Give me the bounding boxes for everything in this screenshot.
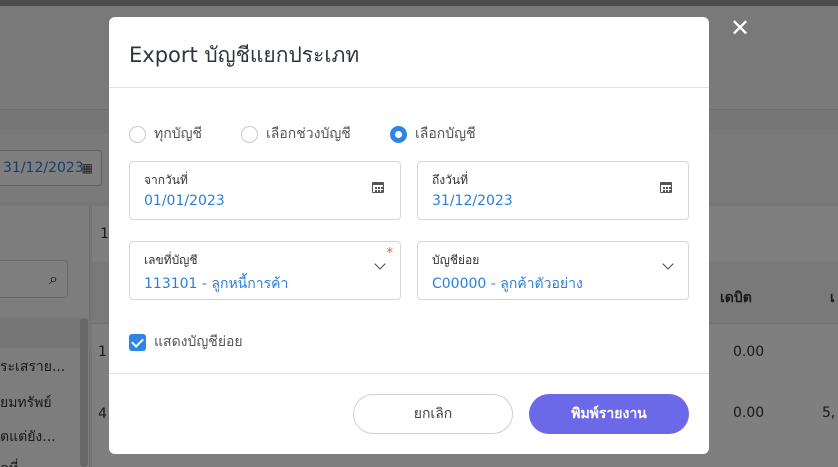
account-select[interactable]: เลขที่บัญชี * 113101 - ลูกหนี้การค้า (129, 241, 401, 300)
chevron-down-icon[interactable] (374, 258, 386, 270)
sub-account-select[interactable]: บัญชีย่อย C00000 - ลูกค้าตัวอย่าง (417, 241, 689, 300)
show-sub-account-label: แสดงบัญชีย่อย (154, 334, 243, 350)
close-icon[interactable]: ✕ (728, 16, 752, 40)
radio-label: เลือกบัญชี (415, 126, 476, 142)
cancel-button[interactable]: ยกเลิก (353, 394, 513, 434)
account-value: 113101 - ลูกหนี้การค้า (144, 276, 289, 292)
account-label: เลขที่บัญชี (144, 253, 198, 267)
show-sub-account-toggle[interactable]: แสดงบัญชีย่อย (129, 331, 243, 353)
radio-button[interactable] (241, 125, 258, 143)
radio-account-range[interactable]: เลือกช่วงบัญชี (241, 125, 351, 143)
checkmark-icon[interactable] (129, 333, 146, 351)
from-date-value: 01/01/2023 (144, 193, 225, 209)
from-date-label: จากวันที่ (144, 173, 188, 187)
chevron-down-icon[interactable] (662, 258, 674, 270)
to-date-field[interactable]: ถึงวันที่ 31/12/2023 (417, 161, 689, 220)
from-date-field[interactable]: จากวันที่ 01/01/2023 (129, 161, 401, 220)
to-date-label: ถึงวันที่ (432, 173, 468, 187)
radio-label: เลือกช่วงบัญชี (266, 126, 351, 142)
radio-label: ทุกบัญชี (154, 126, 203, 142)
calendar-icon[interactable] (372, 182, 384, 193)
sub-account-value: C00000 - ลูกค้าตัวอย่าง (432, 276, 583, 292)
radio-button[interactable] (129, 125, 146, 143)
calendar-icon[interactable] (660, 182, 672, 193)
radio-button-selected[interactable] (390, 125, 407, 143)
footer-divider (109, 373, 709, 374)
to-date-value: 31/12/2023 (432, 193, 513, 209)
radio-all-accounts[interactable]: ทุกบัญชี (129, 125, 202, 143)
header-divider (109, 87, 709, 88)
required-mark: * (386, 246, 394, 261)
radio-select-account[interactable]: เลือกบัญชี (390, 125, 476, 143)
dialog-title: Export บัญชีแยกประเภท (129, 43, 360, 67)
export-dialog: Export บัญชีแยกประเภท ทุกบัญชี เลือกช่วง… (109, 17, 709, 454)
print-report-button[interactable]: พิมพ์รายงาน (529, 394, 689, 434)
sub-account-label: บัญชีย่อย (432, 253, 480, 267)
